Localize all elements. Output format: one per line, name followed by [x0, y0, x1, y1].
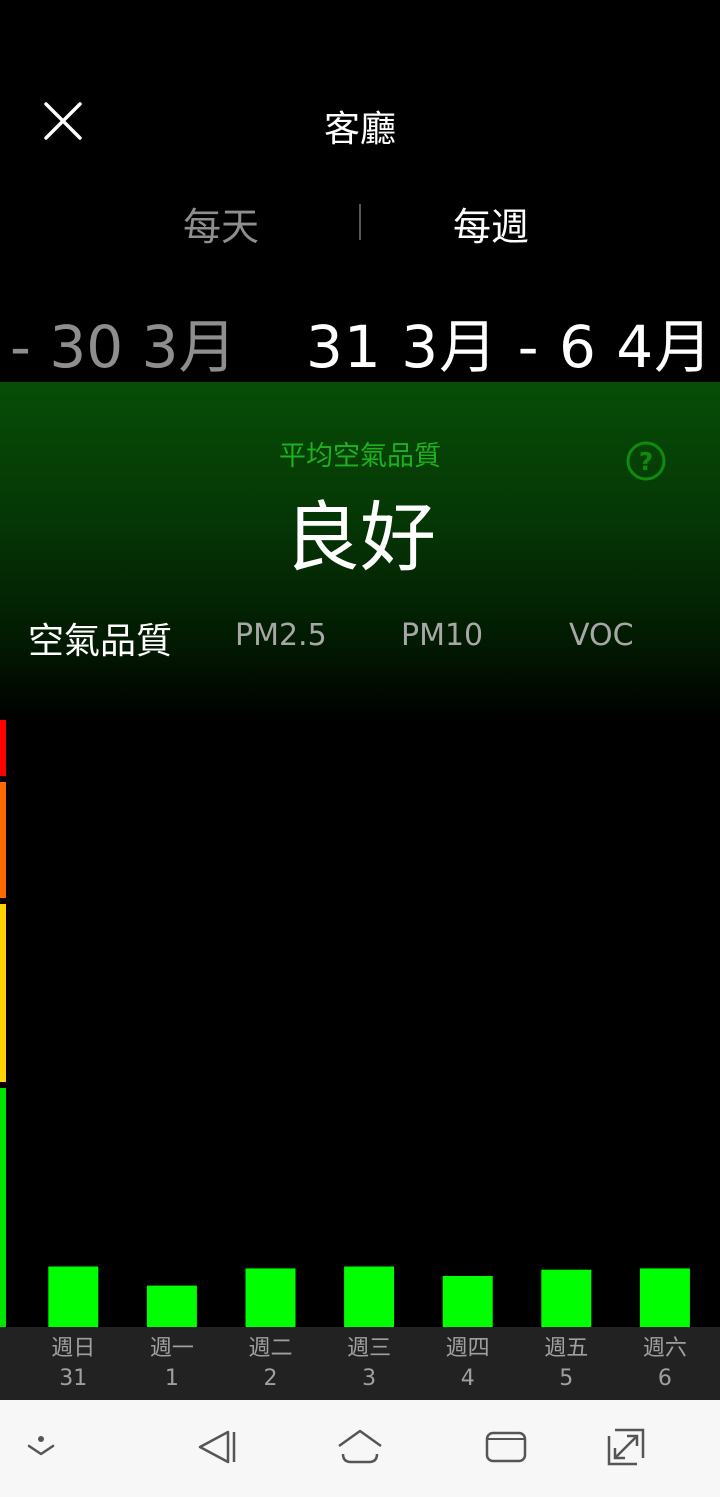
- chart-bar[interactable]: [48, 1266, 99, 1328]
- x-tick-day: 週五: [544, 1336, 589, 1361]
- x-tick-label: 週三 3: [324, 1334, 414, 1394]
- chart-bar[interactable]: [245, 1268, 296, 1327]
- x-tick-day: 週一: [149, 1336, 194, 1361]
- x-tick-day: 週三: [347, 1336, 392, 1361]
- tab-daily[interactable]: 每天: [183, 196, 259, 251]
- x-tick-date: 4: [460, 1366, 475, 1391]
- x-tick-day: 週二: [248, 1336, 293, 1361]
- tab-weekly[interactable]: 每週: [453, 196, 529, 251]
- date-range-previous[interactable]: - 30 3月: [10, 300, 237, 384]
- back-icon[interactable]: [190, 1422, 240, 1472]
- tab-divider: [359, 204, 361, 240]
- tab-pm25[interactable]: PM2.5: [235, 618, 327, 653]
- tab-air-quality[interactable]: 空氣品質: [28, 612, 172, 664]
- x-axis: 週日 31 週一 1 週二 2 週三 3 週四 4 週五 5 週六 6: [0, 1327, 720, 1400]
- expand-icon[interactable]: [601, 1422, 651, 1472]
- x-tick-date: 3: [362, 1366, 377, 1391]
- system-nav-bar: [0, 1400, 720, 1497]
- average-value: 良好: [284, 493, 436, 582]
- average-label: 平均空氣品質: [279, 441, 441, 472]
- chart-bar[interactable]: [146, 1285, 197, 1327]
- chart-bar[interactable]: [541, 1269, 592, 1327]
- chart-bar[interactable]: [442, 1276, 493, 1327]
- x-tick-label: 週五 5: [521, 1334, 611, 1394]
- chevron-down-dot-icon[interactable]: [16, 1422, 66, 1472]
- x-tick-label: 週一 1: [127, 1334, 217, 1394]
- x-tick-date: 6: [657, 1366, 672, 1391]
- chart-bar[interactable]: [639, 1268, 690, 1327]
- x-tick-date: 1: [164, 1366, 179, 1391]
- home-icon[interactable]: [335, 1422, 385, 1472]
- x-tick-label: 週四 4: [423, 1334, 513, 1394]
- date-range-current: 31 3月 - 6 4月: [306, 313, 714, 381]
- tab-pm10[interactable]: PM10: [401, 618, 483, 653]
- x-tick-date: 31: [59, 1366, 88, 1391]
- x-tick-day: 週日: [51, 1336, 96, 1361]
- svg-text:?: ?: [639, 447, 654, 476]
- x-tick-day: 週四: [445, 1336, 490, 1361]
- weekly-chart: [0, 690, 720, 1327]
- recents-icon[interactable]: [481, 1422, 531, 1472]
- x-tick-date: 5: [559, 1366, 574, 1391]
- page-title: 客廳: [323, 109, 396, 150]
- tab-voc[interactable]: VOC: [569, 618, 634, 653]
- x-tick-label: 週日 31: [28, 1334, 118, 1394]
- bar-chart-svg: [48, 1266, 690, 1328]
- x-tick-label: 週二 2: [226, 1334, 316, 1394]
- x-tick-label: 週六 6: [620, 1334, 710, 1394]
- x-tick-date: 2: [263, 1366, 278, 1391]
- chart-bar[interactable]: [344, 1266, 395, 1328]
- x-tick-day: 週六: [642, 1336, 687, 1361]
